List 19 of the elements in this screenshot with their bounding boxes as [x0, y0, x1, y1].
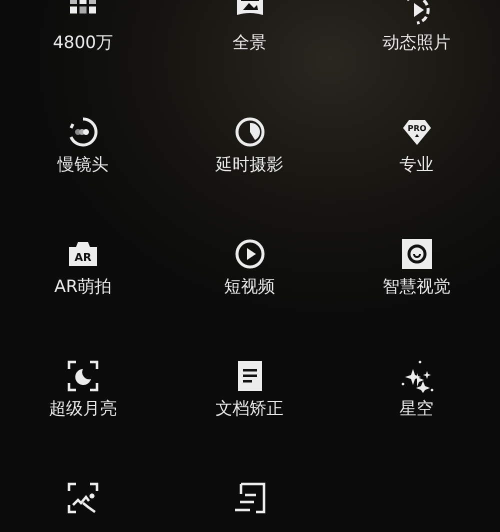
mode-label: AR萌拍	[54, 276, 112, 298]
mode-label: 动态照片	[382, 32, 450, 54]
timer-icon[interactable]	[232, 115, 266, 149]
text-frame-icon[interactable]	[232, 481, 266, 515]
mode-label: 文档矫正	[216, 398, 284, 420]
mode-label: 延时摄影	[216, 154, 284, 176]
running-figure-icon[interactable]	[66, 481, 100, 515]
mode-label: 超级月亮	[49, 398, 117, 420]
mode-label: 全景	[232, 32, 266, 54]
mode-label: 星空	[400, 398, 434, 420]
sparkles-icon[interactable]	[400, 359, 434, 393]
mode-label: 慢镜头	[58, 154, 108, 176]
play-circle-icon[interactable]	[232, 237, 266, 271]
mode-label: 短视频	[224, 276, 275, 298]
mode-label: 专业	[400, 154, 434, 176]
mode-label: 智慧视觉	[382, 276, 450, 298]
mode-label: 4800万	[52, 32, 114, 54]
lens-icon[interactable]	[400, 237, 434, 271]
moon-icon[interactable]	[66, 359, 100, 393]
